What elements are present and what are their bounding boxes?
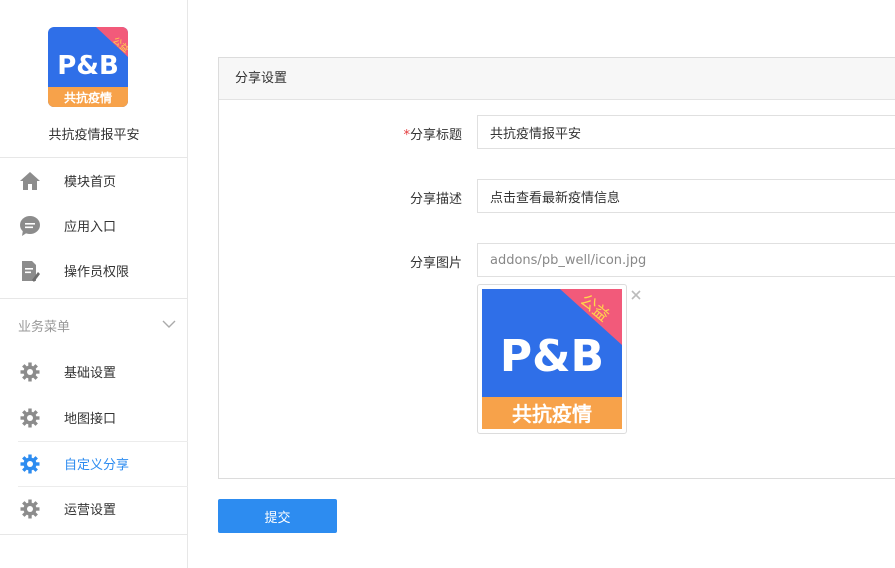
sidebar-item-basic-settings[interactable]: 基础设置 xyxy=(0,349,188,394)
share-desc-label: 分享描述 xyxy=(409,192,462,207)
sidebar-item-map-api[interactable]: 地图接口 xyxy=(0,395,188,440)
gear-icon xyxy=(19,498,41,520)
share-image-label: 分享图片 xyxy=(409,256,462,271)
sidebar: 公益 P&B 共抗疫情 共抗疫情报平安 模块首页 应用入口 操作员权限 业务菜单… xyxy=(0,0,188,568)
sidebar-item-label: 操作员权限 xyxy=(64,265,130,280)
sidebar-item-label: 地图接口 xyxy=(64,412,117,427)
business-menu-group-toggle[interactable]: 业务菜单 xyxy=(0,300,188,348)
app-logo: 公益 P&B 共抗疫情 xyxy=(48,27,128,107)
app-name: 共抗疫情报平安 xyxy=(48,128,140,143)
chat-bubble-icon xyxy=(19,215,41,237)
gear-icon xyxy=(19,407,41,429)
sidebar-item-custom-share[interactable]: 自定义分享 xyxy=(0,441,188,486)
logo-image: 公益 P&B 共抗疫情 xyxy=(48,27,128,107)
sidebar-item-operator-permissions[interactable]: 操作员权限 xyxy=(0,248,188,293)
gear-icon xyxy=(19,453,41,475)
sidebar-item-app-entry[interactable]: 应用入口 xyxy=(0,203,188,248)
home-icon xyxy=(19,170,41,192)
sidebar-item-label: 模块首页 xyxy=(64,175,117,190)
sidebar-divider xyxy=(0,534,188,535)
share-image: 公益 P&B 共抗疫情 xyxy=(482,289,622,429)
sidebar-item-operation-settings[interactable]: 运营设置 xyxy=(0,486,188,531)
remove-image-icon[interactable] xyxy=(629,287,643,301)
panel-title: 分享设置 xyxy=(219,58,895,100)
sidebar-item-label: 运营设置 xyxy=(64,503,117,518)
chevron-down-icon xyxy=(162,314,176,333)
app-root: 公益 P&B 共抗疫情 共抗疫情报平安 模块首页 应用入口 操作员权限 业务菜单… xyxy=(0,0,895,568)
logo-ribbon-text: 共抗疫情 xyxy=(64,90,112,105)
share-settings-panel: 分享设置 *分享标题 分享描述 分享图片 公益 P&B 共抗疫情 xyxy=(218,57,895,479)
logo-brand-text: P&B xyxy=(57,51,119,81)
sidebar-item-label: 应用入口 xyxy=(64,220,117,235)
share-title-label: *分享标题 xyxy=(403,128,462,143)
business-menu-label: 业务菜单 xyxy=(18,320,71,335)
share-desc-input[interactable] xyxy=(477,179,895,213)
submit-button[interactable]: 提交 xyxy=(218,499,337,533)
image-brand-text: P&B xyxy=(500,331,604,382)
share-title-input[interactable] xyxy=(477,115,895,149)
gear-icon xyxy=(19,361,41,383)
sidebar-divider xyxy=(0,298,188,299)
document-edit-icon xyxy=(19,260,41,282)
share-image-preview[interactable]: 公益 P&B 共抗疫情 xyxy=(477,284,627,434)
share-image-path-input[interactable] xyxy=(477,243,895,277)
sidebar-item-home[interactable]: 模块首页 xyxy=(0,158,188,203)
image-ribbon-text: 共抗疫情 xyxy=(512,402,592,426)
sidebar-item-label: 基础设置 xyxy=(64,366,117,381)
sidebar-item-label: 自定义分享 xyxy=(64,458,130,473)
